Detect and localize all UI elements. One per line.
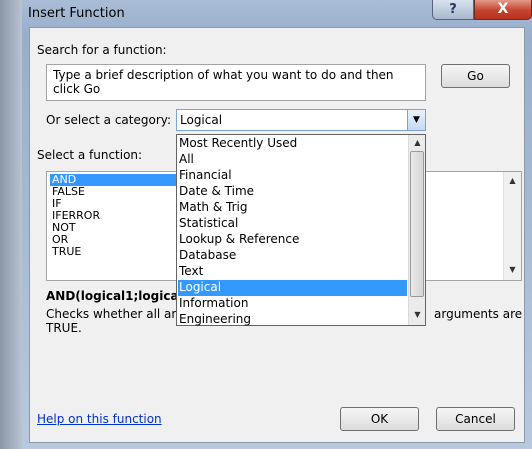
search-label: Search for a function: (37, 43, 167, 57)
category-dropdown-list[interactable]: ▲ ▼ Most Recently Used All Financial Date &… (176, 134, 426, 326)
dialog-title: Insert Function (28, 6, 125, 21)
function-description-cont: arguments are (434, 307, 523, 321)
function-list-item[interactable]: TRUE (50, 246, 81, 258)
category-option[interactable]: Math & Trig (178, 200, 407, 216)
ok-button[interactable]: OK (340, 407, 419, 431)
category-option[interactable]: Date & Time (178, 184, 407, 200)
category-option[interactable]: Engineering (178, 312, 407, 328)
close-button[interactable]: X (474, 0, 532, 20)
scroll-up-icon[interactable]: ▲ (409, 138, 426, 147)
go-button[interactable]: Go (441, 64, 510, 88)
help-title-button[interactable]: ? (432, 0, 474, 20)
scroll-up-icon[interactable]: ▲ (504, 176, 521, 185)
category-option[interactable]: Logical (178, 280, 407, 296)
category-label: Or select a category: (46, 113, 172, 127)
close-icon: X (497, 1, 509, 17)
category-option[interactable]: Information (178, 296, 407, 312)
cancel-button[interactable]: Cancel (436, 407, 515, 431)
category-option[interactable]: All (178, 152, 407, 168)
category-option[interactable]: Database (178, 248, 407, 264)
function-list-label: Select a function: (37, 148, 143, 162)
chevron-down-icon[interactable]: ▼ (407, 110, 425, 130)
category-option[interactable]: Text (178, 264, 407, 280)
category-select[interactable]: Logical ▼ (176, 109, 426, 131)
question-icon: ? (449, 2, 457, 17)
category-option[interactable]: Statistical (178, 216, 407, 232)
scroll-down-icon[interactable]: ▼ (504, 265, 521, 274)
search-input[interactable]: Type a brief description of what you wan… (46, 64, 426, 101)
category-selected-value: Logical (180, 113, 223, 127)
function-list-scrollbar[interactable]: ▲ ▼ (503, 172, 521, 280)
function-syntax: AND(logical1;logica (46, 289, 179, 303)
category-option[interactable]: Financial (178, 168, 407, 184)
category-option[interactable]: Most Recently Used (178, 136, 407, 152)
dropdown-scroll-thumb[interactable] (410, 151, 424, 297)
category-option[interactable]: Lookup & Reference (178, 232, 407, 248)
help-link[interactable]: Help on this function (37, 412, 162, 426)
scroll-down-icon[interactable]: ▼ (409, 310, 426, 319)
function-description-line2: TRUE. (46, 321, 82, 335)
dropdown-scrollbar[interactable]: ▲ ▼ (408, 135, 425, 325)
background-window-strip (0, 0, 22, 449)
function-description: Checks whether all arg (46, 307, 184, 321)
